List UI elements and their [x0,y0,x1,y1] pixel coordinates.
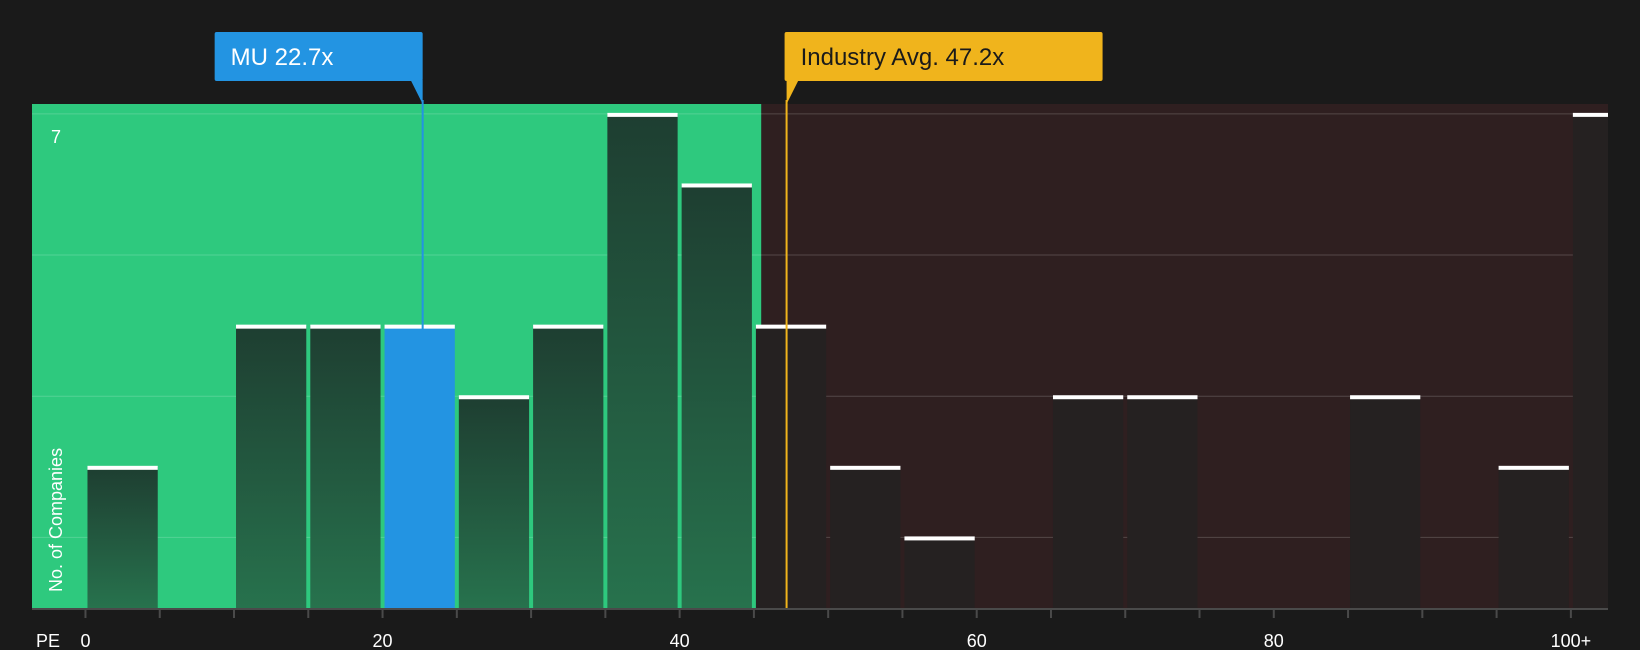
bar [607,113,678,608]
bar [1052,396,1124,608]
bar [830,466,901,608]
industry-callout-pointer [786,80,799,104]
y-tick-label: 7 [51,127,61,147]
bar [87,466,158,608]
x-tick-label: 40 [670,631,690,650]
x-tick-label: 100+ [1551,631,1592,650]
bar-top-cap [904,536,975,541]
bar-top-cap [830,465,901,470]
bar [533,325,604,608]
bar-top-cap [1572,112,1608,117]
bar-top-cap [1127,395,1198,400]
company-callout-label: MU 22.7x [231,44,334,71]
x-tick-label: 0 [80,631,90,650]
pe-distribution-chart: 0 20 40 60 80 100+ MU 22.7x Industry Avg. 47.2… [32,32,1608,650]
bar-top-cap [236,324,307,329]
bar [1498,466,1569,608]
bar-highlighted [384,325,455,608]
bar-top-cap [1350,395,1421,400]
bar [755,325,827,608]
bar-top-cap [607,112,678,117]
bar [681,184,752,608]
bar [1350,396,1421,608]
bar-top-cap [310,324,381,329]
bar-top-cap [755,324,827,329]
x-tick-label: 80 [1264,631,1284,650]
bar-top-cap [87,465,158,470]
x-axis-label: PE [36,631,60,650]
y-axis-label: No. of Companies [46,448,66,592]
bar-top-cap [458,395,530,400]
bar-top-cap [1498,465,1569,470]
bar [1127,396,1198,608]
bar-top-cap [533,324,604,329]
industry-callout-label: Industry Avg. 47.2x [801,44,1005,71]
x-tick-label: 60 [967,631,987,650]
bar-top-cap [681,183,752,188]
company-callout-pointer [410,80,423,104]
bar-top-cap [384,324,455,329]
bar [1572,113,1608,608]
bar [904,537,975,608]
bar-top-cap [1052,395,1124,400]
x-axis: 0 20 40 60 80 100+ [32,608,1608,650]
bar [458,396,530,608]
bar [310,325,381,608]
x-tick-label: 20 [373,631,393,650]
bar [236,325,307,608]
